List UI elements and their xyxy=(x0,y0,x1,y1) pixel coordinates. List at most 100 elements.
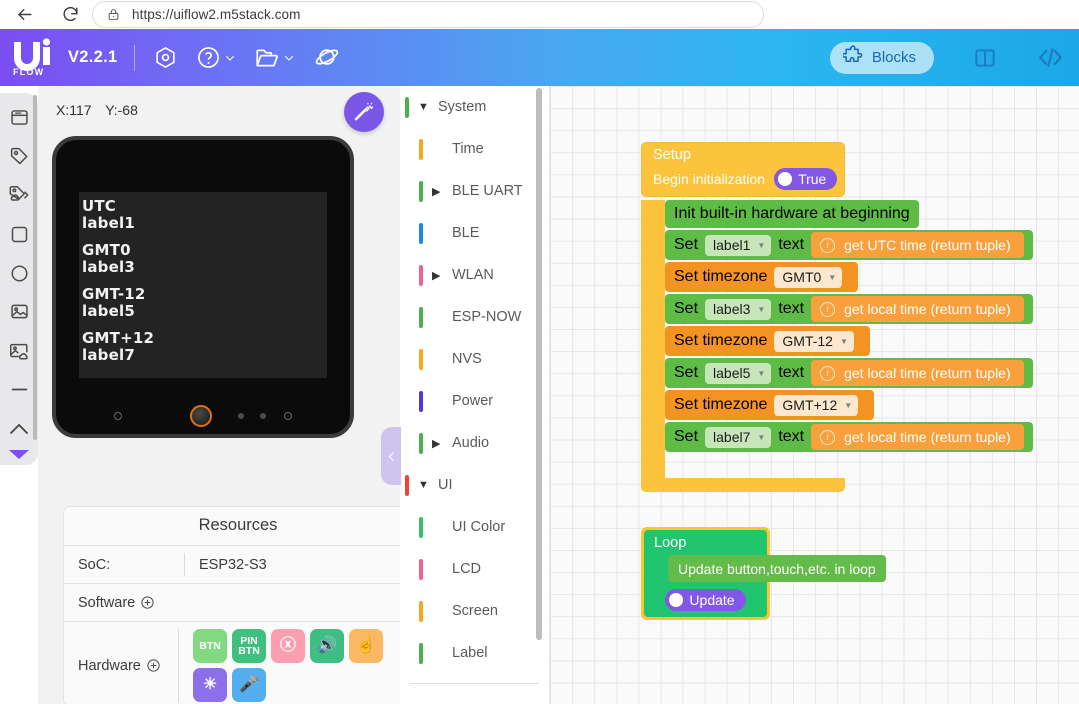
value-get-local-time[interactable]: i get local time (return tuple) xyxy=(811,424,1024,450)
category-item-ui-color[interactable]: UI Color xyxy=(400,506,549,548)
chevron-right-icon: ▶ xyxy=(432,269,441,282)
category-item-audio[interactable]: ▶ Audio xyxy=(400,422,549,464)
split-panel-icon[interactable] xyxy=(972,45,998,71)
help-chevron-down-icon[interactable] xyxy=(224,52,236,64)
add-software-icon[interactable] xyxy=(140,595,155,610)
category-item-label: BLE UART xyxy=(452,183,523,199)
block-set-label5-text[interactable]: Set label5 ▼ text i get local time (retu… xyxy=(665,358,1033,388)
value-get-utc-time[interactable]: i get UTC time (return tuple) xyxy=(811,232,1024,258)
category-item-esp-now[interactable]: ESP-NOW xyxy=(400,296,549,338)
square-icon[interactable] xyxy=(4,220,34,249)
label-dropdown[interactable]: label5 ▼ xyxy=(705,362,772,384)
setup-init-toggle[interactable]: True xyxy=(774,168,838,190)
hardware-chip-6[interactable]: 🎤 xyxy=(232,668,266,702)
hardware-chip-1[interactable]: PIN BTN xyxy=(232,629,266,663)
line-icon[interactable] xyxy=(4,375,34,404)
blockly-workspace[interactable]: Setup Begin initialization True Init bui… xyxy=(550,86,1079,704)
setup-foot xyxy=(641,478,845,492)
rail-scrollbar[interactable] xyxy=(33,95,37,440)
planet-icon[interactable] xyxy=(313,44,340,71)
timezone-dropdown[interactable]: GMT-12 ▼ xyxy=(774,330,854,352)
loop-update-label: Update xyxy=(689,592,735,608)
folder-chevron-down-icon[interactable] xyxy=(283,52,295,64)
window-icon[interactable] xyxy=(4,103,34,132)
magic-wand-button[interactable] xyxy=(344,92,384,132)
category-item-ui[interactable]: ▼ UI xyxy=(400,464,549,506)
block-set-label7-text[interactable]: Set label7 ▼ text i get local time (retu… xyxy=(665,422,1033,452)
block-set-timezone-gmt+12[interactable]: Set timezone GMT+12 ▼ xyxy=(665,390,875,420)
device-simulator[interactable]: UTC label1 GMT0 label3 GMT-12 label5 GMT… xyxy=(52,136,354,438)
add-hardware-icon[interactable] xyxy=(146,658,161,673)
timezone-dropdown[interactable]: GMT+12 ▼ xyxy=(774,394,859,416)
category-item-nvs[interactable]: NVS xyxy=(400,338,549,380)
category-item-label: BLE xyxy=(452,225,480,241)
category-item-system[interactable]: ▼ System xyxy=(400,86,549,128)
tab-blocks[interactable]: Blocks xyxy=(829,41,934,74)
hardware-chip-2[interactable]: ⓧ xyxy=(271,629,305,663)
tag-cloud-icon[interactable] xyxy=(4,181,34,210)
category-item-ble[interactable]: BLE xyxy=(400,212,549,254)
hardware-key: Hardware xyxy=(78,658,178,674)
set-timezone-keyword: Set timezone xyxy=(674,268,768,285)
block-set-timezone-gmt0[interactable]: Set timezone GMT0 ▼ xyxy=(665,262,859,292)
tag-icon[interactable] xyxy=(4,142,34,171)
block-set-label3-text[interactable]: Set label3 ▼ text i get local time (retu… xyxy=(665,294,1033,324)
hardware-chip-3[interactable]: 🔊 xyxy=(310,629,344,663)
hardware-chip-4[interactable]: ☝ xyxy=(349,629,383,663)
code-brackets-icon[interactable] xyxy=(1036,43,1065,72)
category-item-power[interactable]: Power xyxy=(400,380,549,422)
resources-row-soc: SoC: ESP32-S3 xyxy=(64,545,412,583)
label-dropdown[interactable]: label1 ▼ xyxy=(705,234,772,256)
category-scrollbar[interactable] xyxy=(536,88,542,640)
folder-icon[interactable] xyxy=(254,45,280,71)
label-dropdown-value: label5 xyxy=(713,365,751,381)
back-arrow-icon[interactable] xyxy=(10,1,38,29)
loop-update-toggle[interactable]: Update xyxy=(665,589,746,611)
hardware-chip-5[interactable]: ☀ xyxy=(193,668,227,702)
category-item-lcd[interactable]: LCD xyxy=(400,548,549,590)
text-keyword: text xyxy=(778,236,805,253)
value-get-local-time[interactable]: i get local time (return tuple) xyxy=(811,296,1024,322)
value-label: get UTC time (return tuple) xyxy=(844,237,1011,253)
chevron-down-icon: ▼ xyxy=(757,368,766,378)
category-item-wlan[interactable]: ▶ WLAN xyxy=(400,254,549,296)
label-dropdown[interactable]: label3 ▼ xyxy=(705,298,772,320)
address-bar[interactable]: https://uiflow2.m5stack.com xyxy=(92,1,764,28)
screen-line: label1 xyxy=(82,214,135,232)
category-item-label: Audio xyxy=(452,435,490,451)
category-item-label: ESP-NOW xyxy=(452,309,522,325)
timezone-dropdown-value: GMT0 xyxy=(782,269,822,285)
chevron-down-icon: ▼ xyxy=(828,272,837,282)
chevron-up-icon[interactable] xyxy=(4,414,34,443)
device-power-button[interactable] xyxy=(190,405,212,427)
category-item-ble-uart[interactable]: ▶ BLE UART xyxy=(400,170,549,212)
block-update-in-loop[interactable]: Update button,touch,etc. in loop xyxy=(668,555,886,582)
hex-target-icon[interactable] xyxy=(153,45,178,70)
hardware-chip-0[interactable]: BTN xyxy=(193,629,227,663)
help-icon[interactable] xyxy=(196,45,221,70)
flyout-collapse-handle[interactable] xyxy=(381,427,401,485)
setup-block[interactable]: Setup Begin initialization True xyxy=(641,142,845,197)
loop-block[interactable]: Loop Update button,touch,etc. in loop Up… xyxy=(641,527,886,620)
circle-icon[interactable] xyxy=(4,259,34,288)
value-get-local-time[interactable]: i get local time (return tuple) xyxy=(811,360,1024,386)
rail-collapse-caret-icon[interactable] xyxy=(8,447,30,465)
category-item-screen[interactable]: Screen xyxy=(400,590,549,632)
image-cloud-icon[interactable] xyxy=(4,336,34,365)
image-icon[interactable] xyxy=(4,297,34,326)
category-item-label: Time xyxy=(452,141,484,157)
category-item-time[interactable]: Time xyxy=(400,128,549,170)
block-set-timezone-gmt-12[interactable]: Set timezone GMT-12 ▼ xyxy=(665,326,870,356)
browser-toolbar: https://uiflow2.m5stack.com xyxy=(0,0,1079,29)
timezone-dropdown[interactable]: GMT0 ▼ xyxy=(774,266,843,288)
reload-icon[interactable] xyxy=(56,1,84,29)
chevron-right-icon: ▶ xyxy=(432,185,441,198)
category-item-label[interactable]: Label xyxy=(400,632,549,674)
block-set-label1-text[interactable]: Set label1 ▼ text i get UTC time (return… xyxy=(665,230,1033,260)
block-init-hardware[interactable]: Init built-in hardware at beginning xyxy=(665,200,919,228)
value-label: get local time (return tuple) xyxy=(844,301,1011,317)
device-led-dot xyxy=(238,413,244,419)
label-dropdown[interactable]: label7 ▼ xyxy=(705,426,772,448)
version-label: V2.2.1 xyxy=(68,48,118,66)
row-divider xyxy=(178,629,179,702)
